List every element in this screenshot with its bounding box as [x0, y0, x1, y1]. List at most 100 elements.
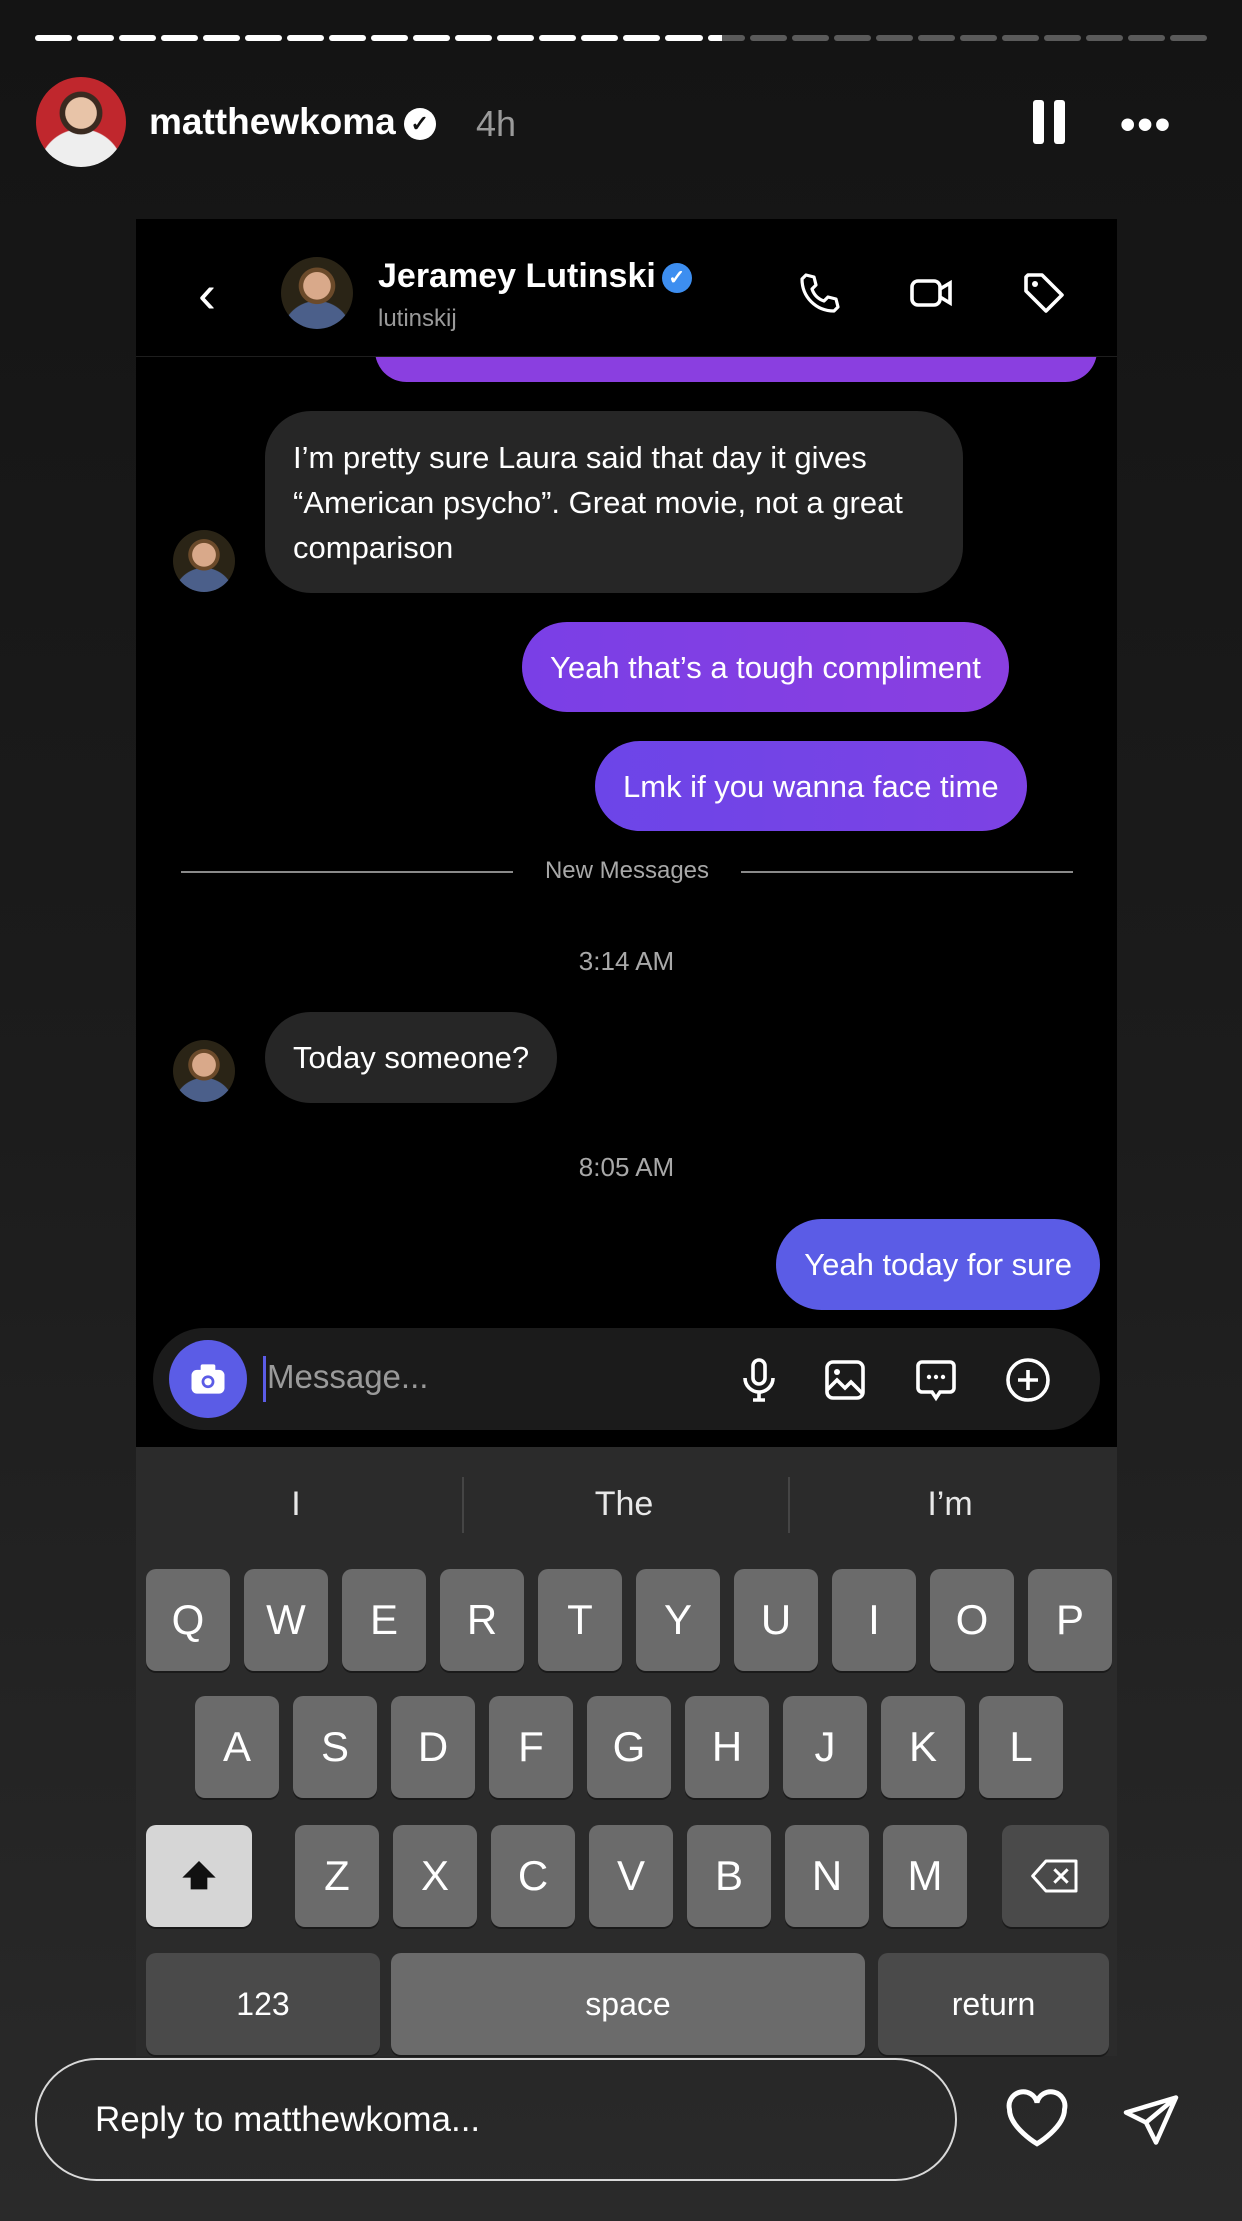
progress-segment — [1043, 35, 1081, 41]
suggestion[interactable]: I’m — [790, 1485, 1110, 1524]
tag-icon — [1024, 273, 1064, 313]
progress-segment — [1001, 35, 1039, 41]
story-progress-bar — [35, 35, 1207, 41]
more-icon[interactable]: ••• — [1120, 100, 1172, 150]
message-sent: Yeah that’s a tough compliment — [522, 622, 1009, 712]
divider — [741, 871, 1073, 873]
key-h[interactable]: H — [685, 1696, 769, 1798]
suggestion[interactable]: The — [464, 1485, 784, 1524]
suggestion[interactable]: I — [136, 1485, 456, 1524]
progress-segment — [245, 35, 283, 41]
return-key[interactable]: return — [878, 1953, 1109, 2055]
progress-segment — [749, 35, 787, 41]
progress-segment — [581, 35, 619, 41]
key-i[interactable]: I — [832, 1569, 916, 1671]
message-sent: Lmk if you wanna face time — [595, 741, 1027, 831]
progress-segment — [287, 35, 325, 41]
progress-segment — [371, 35, 409, 41]
key-l[interactable]: L — [979, 1696, 1063, 1798]
verified-badge-icon: ✓ — [661, 263, 692, 294]
key-o[interactable]: O — [930, 1569, 1014, 1671]
key-c[interactable]: C — [491, 1825, 575, 1927]
pause-icon[interactable] — [1033, 100, 1065, 144]
message-sent: Yeah today for sure — [776, 1219, 1100, 1310]
key-w[interactable]: W — [244, 1569, 328, 1671]
shift-icon — [182, 1861, 216, 1890]
space-key[interactable]: space — [391, 1953, 865, 2055]
chat-header: ‹ Jeramey Lutinski ✓ lutinskij — [136, 219, 1117, 357]
plus-icon[interactable] — [1004, 1356, 1052, 1404]
key-n[interactable]: N — [785, 1825, 869, 1927]
reply-input[interactable]: Reply to matthewkoma... — [35, 2058, 957, 2181]
timestamp: 8:05 AM — [578, 1152, 675, 1182]
divider — [181, 871, 513, 873]
backspace-icon — [1030, 1859, 1077, 1893]
progress-segment — [35, 35, 73, 41]
message-input[interactable]: Message... — [267, 1358, 428, 1396]
message-composer: Message... — [153, 1328, 1100, 1430]
key-s[interactable]: S — [293, 1696, 377, 1798]
progress-segment — [497, 35, 535, 41]
progress-segment — [539, 35, 577, 41]
heart-icon[interactable] — [1004, 2088, 1070, 2150]
progress-segment — [455, 35, 493, 41]
key-x[interactable]: X — [393, 1825, 477, 1927]
key-y[interactable]: Y — [636, 1569, 720, 1671]
contact-avatar-small — [173, 1040, 235, 1102]
progress-segment — [119, 35, 157, 41]
gallery-icon[interactable] — [821, 1356, 869, 1404]
chat-screenshot: ‹ Jeramey Lutinski ✓ lutinskij I’m pretty… — [136, 219, 1117, 1447]
key-b[interactable]: B — [687, 1825, 771, 1927]
timestamp: 3:14 AM — [578, 946, 675, 976]
key-r[interactable]: R — [440, 1569, 524, 1671]
progress-segment — [161, 35, 199, 41]
key-v[interactable]: V — [589, 1825, 673, 1927]
microphone-icon[interactable] — [735, 1356, 783, 1404]
username[interactable]: matthewkoma ✓ — [149, 101, 436, 143]
progress-segment — [1169, 35, 1207, 41]
progress-segment — [917, 35, 955, 41]
key-e[interactable]: E — [342, 1569, 426, 1671]
text-caret — [263, 1356, 266, 1402]
story-age: 4h — [476, 103, 517, 144]
key-g[interactable]: G — [587, 1696, 671, 1798]
new-messages-label: New Messages — [544, 857, 710, 884]
progress-segment — [623, 35, 661, 41]
verified-badge-icon: ✓ — [403, 108, 436, 141]
contact-name: Jeramey Lutinski ✓ — [378, 257, 692, 296]
key-p[interactable]: P — [1028, 1569, 1112, 1671]
shift-key[interactable] — [146, 1825, 252, 1927]
key-q[interactable]: Q — [146, 1569, 230, 1671]
progress-segment — [77, 35, 115, 41]
progress-segment — [833, 35, 871, 41]
key-t[interactable]: T — [538, 1569, 622, 1671]
progress-segment — [203, 35, 241, 41]
key-m[interactable]: M — [883, 1825, 967, 1927]
video-call-icon — [910, 279, 952, 307]
send-icon[interactable] — [1120, 2090, 1182, 2150]
key-u[interactable]: U — [734, 1569, 818, 1671]
key-d[interactable]: D — [391, 1696, 475, 1798]
progress-segment — [665, 35, 703, 41]
progress-segment — [329, 35, 367, 41]
key-k[interactable]: K — [881, 1696, 965, 1798]
key-a[interactable]: A — [195, 1696, 279, 1798]
progress-segment — [875, 35, 913, 41]
avatar[interactable] — [36, 77, 126, 167]
camera-button[interactable] — [169, 1340, 247, 1418]
key-j[interactable]: J — [783, 1696, 867, 1798]
message-received: I’m pretty sure Laura said that day it g… — [265, 411, 963, 593]
numbers-key[interactable]: 123 — [146, 1953, 380, 2055]
delete-key[interactable] — [1002, 1825, 1109, 1927]
progress-segment — [1127, 35, 1165, 41]
contact-name-text: Jeramey Lutinski — [378, 257, 656, 295]
phone-icon — [800, 273, 840, 313]
contact-avatar-small — [173, 530, 235, 592]
progress-segment — [959, 35, 997, 41]
contact-handle: lutinskij — [378, 305, 457, 332]
key-f[interactable]: F — [489, 1696, 573, 1798]
message-received: Today someone? — [265, 1012, 558, 1103]
progress-segment — [791, 35, 829, 41]
sticker-chat-icon[interactable] — [912, 1356, 960, 1404]
key-z[interactable]: Z — [295, 1825, 379, 1927]
